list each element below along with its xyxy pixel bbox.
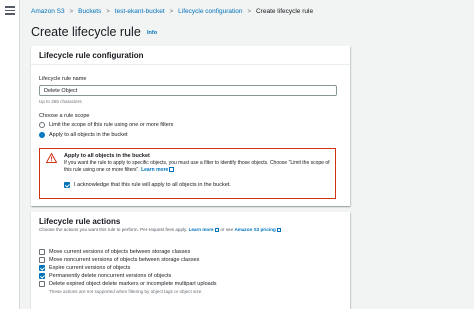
acknowledge-label[interactable]: I acknowledge that this rule will apply …	[74, 182, 231, 188]
lifecycle-rule-actions-panel: Lifecycle rule actions Choose the action…	[31, 212, 350, 309]
scope-filter-radio[interactable]	[39, 122, 45, 128]
warning-triangle-icon	[46, 153, 57, 163]
action-delete-markers-label[interactable]: Delete expired object delete markers or …	[49, 281, 217, 287]
action-move-current-checkbox[interactable]	[39, 249, 45, 255]
action-expire-current-checkbox[interactable]	[39, 265, 45, 271]
info-link[interactable]: Info	[147, 30, 157, 36]
chevron-right-icon: >	[169, 8, 174, 15]
alert-body: If you want the rule to apply to specifi…	[64, 160, 332, 174]
panel-heading: Lifecycle rule configuration	[31, 46, 350, 65]
rule-name-hint: Up to 255 characters	[39, 99, 82, 104]
hamburger-menu-icon[interactable]	[5, 6, 15, 15]
alert-learn-more-link[interactable]: Learn more	[141, 167, 168, 173]
scope-all-objects-label[interactable]: Apply to all objects in the bucket	[49, 132, 128, 138]
action-delete-markers-hint: These actions are not supported when fil…	[49, 289, 203, 294]
breadcrumb-buckets[interactable]: Buckets	[78, 8, 101, 15]
acknowledge-checkbox[interactable]	[64, 182, 70, 188]
alert-body-text: If you want the rule to apply to specifi…	[64, 160, 330, 173]
actions-learn-more-link[interactable]: Learn more	[189, 227, 214, 232]
external-link-icon	[276, 227, 282, 233]
external-link-icon	[169, 167, 174, 172]
alert-title: Apply to all objects in the bucket	[64, 153, 150, 159]
action-move-noncurrent-checkbox[interactable]	[39, 257, 45, 263]
action-move-noncurrent-label[interactable]: Move noncurrent versions of objects betw…	[49, 257, 199, 263]
rule-name-input[interactable]: Delete Object	[39, 85, 337, 96]
action-expire-current-label[interactable]: Expire current versions of objects	[49, 265, 130, 271]
s3-pricing-link[interactable]: Amazon S3 pricing	[234, 227, 275, 232]
chevron-right-icon: >	[247, 8, 251, 15]
panel-heading: Lifecycle rule actions	[39, 217, 121, 226]
breadcrumb: Amazon S3 > Buckets > test-ekant-bucket …	[31, 8, 313, 15]
breadcrumb-bucket-name[interactable]: test-ekant-bucket	[115, 8, 165, 15]
actions-or-text: or see	[220, 227, 234, 232]
lifecycle-rule-configuration-panel: Lifecycle rule configuration Lifecycle r…	[31, 46, 350, 206]
rule-name-label: Lifecycle rule name	[39, 76, 87, 82]
page-title: Create lifecycle rule	[31, 25, 141, 39]
action-delete-noncurrent-checkbox[interactable]	[39, 273, 45, 279]
warning-alert: Apply to all objects in the bucket If yo…	[39, 148, 336, 199]
action-delete-noncurrent-label[interactable]: Permanently delete noncurrent versions o…	[49, 273, 171, 279]
actions-description: Choose the actions you want this rule to…	[39, 227, 282, 233]
scope-filter-label[interactable]: Limit the scope of this rule using one o…	[49, 122, 173, 128]
rule-scope-label: Choose a rule scope	[39, 113, 90, 119]
side-navigation-bar	[0, 0, 20, 309]
chevron-right-icon: >	[106, 8, 110, 15]
breadcrumb-amazon-s3[interactable]: Amazon S3	[31, 8, 65, 15]
breadcrumb-current: Create lifecycle rule	[255, 8, 314, 15]
action-move-current-label[interactable]: Move current versions of objects between…	[49, 249, 190, 255]
external-link-icon	[214, 227, 220, 233]
scope-all-objects-radio[interactable]	[39, 132, 45, 138]
action-delete-markers-checkbox[interactable]	[39, 281, 45, 287]
chevron-right-icon: >	[69, 8, 74, 15]
breadcrumb-lifecycle-configuration[interactable]: Lifecycle configuration	[178, 8, 242, 15]
actions-description-text: Choose the actions you want this rule to…	[39, 227, 188, 232]
